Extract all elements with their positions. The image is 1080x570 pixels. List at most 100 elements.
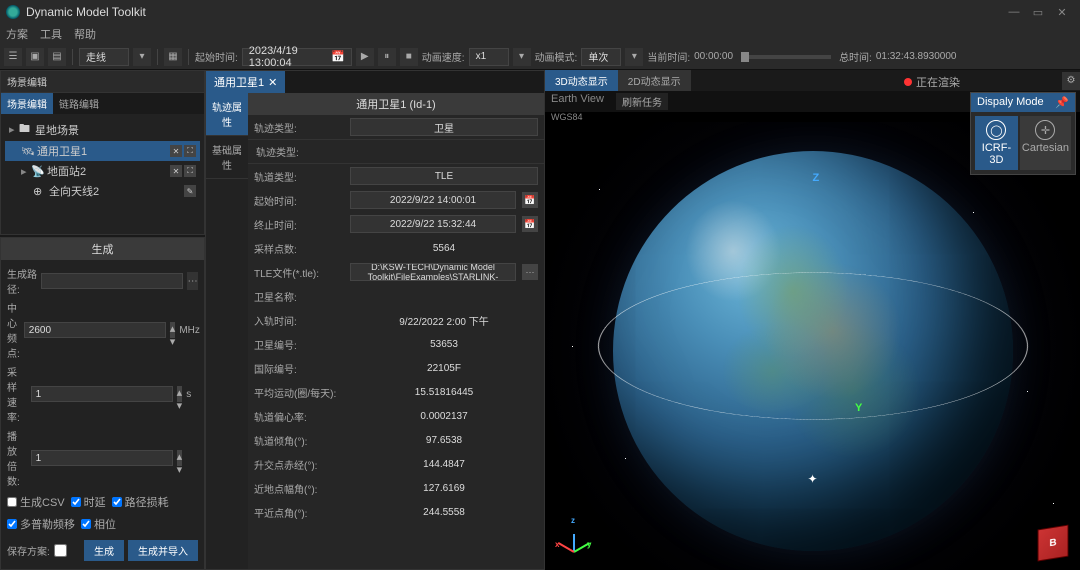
axis-y-label: Y xyxy=(855,402,862,414)
edit-icon[interactable]: ✎ xyxy=(184,185,196,197)
side-tab-orbit[interactable]: 轨迹属性 xyxy=(206,93,248,136)
tree-satellite[interactable]: 🛰通用卫星1✕⛶ xyxy=(5,141,200,161)
stop-button[interactable]: ■ xyxy=(400,48,418,66)
start-time-label: 起始时间: xyxy=(195,49,238,64)
app-title: Dynamic Model Toolkit xyxy=(26,5,1002,19)
anim-mode-menu-button[interactable]: ▾ xyxy=(625,48,643,66)
props-header: 通用卫星1 (Id-1) xyxy=(248,93,544,115)
close-icon[interactable]: ✕ xyxy=(268,76,277,89)
motion-value: 15.51816445 xyxy=(350,383,538,401)
minimize-button[interactable]: — xyxy=(1002,6,1026,18)
menu-scheme[interactable]: 方案 xyxy=(6,26,28,42)
menu-help[interactable]: 帮助 xyxy=(74,26,96,42)
path-input[interactable] xyxy=(41,273,183,289)
titlebar: Dynamic Model Toolkit — ▭ ✕ xyxy=(0,0,1080,24)
tree-station[interactable]: ▸📡地面站2✕⛶ xyxy=(5,161,200,181)
pause-button[interactable]: ⏸ xyxy=(378,48,396,66)
satellite-marker: ✦ xyxy=(808,472,818,482)
close-button[interactable]: ✕ xyxy=(1050,6,1074,19)
settings-icon[interactable]: ⚙ xyxy=(1062,72,1080,90)
mult-label: 播放倍数: xyxy=(7,428,27,488)
viewport-3d[interactable]: ✦ Z Y X z y x B xyxy=(545,122,1080,570)
tab-link-edit[interactable]: 链路编辑 xyxy=(53,93,105,114)
satnum-value: 53653 xyxy=(350,335,538,353)
browse-button[interactable]: ⋯ xyxy=(187,272,198,290)
app-logo-icon xyxy=(6,5,20,19)
check-doppler[interactable]: 路径损耗 xyxy=(112,494,169,510)
speed-menu-button[interactable]: ▾ xyxy=(513,48,531,66)
generate-button[interactable]: 生成 xyxy=(84,540,124,561)
calendar-icon[interactable]: 📅 xyxy=(522,216,538,232)
total-time-value: 01:32:43.8930000 xyxy=(876,51,957,62)
display-mode-panel: Dispaly Mode 📌 ◯ICRF-3D ✛Cartesian xyxy=(970,92,1076,175)
center-input[interactable] xyxy=(24,322,166,338)
toolbar: ☰ ▣ ▤ 走线 ▾ ▦ 起始时间: 2023/4/19 13:00:04📅 ▶… xyxy=(0,44,1080,70)
rate-spinner[interactable]: ▴▾ xyxy=(177,386,183,402)
browse-icon[interactable]: ⋯ xyxy=(522,264,538,280)
render-status: 正在渲染 xyxy=(904,74,960,90)
check-phase[interactable]: 相位 xyxy=(81,516,116,532)
earth-view-label: Earth View xyxy=(551,93,604,110)
edit-icon[interactable]: ⛶ xyxy=(184,145,196,157)
rate-input[interactable] xyxy=(31,386,173,402)
tab-2d-view[interactable]: 2D动态显示 xyxy=(618,70,691,91)
edit-icon[interactable]: ⛶ xyxy=(184,165,196,177)
play-button[interactable]: ▶ xyxy=(356,48,374,66)
orbit-type-select[interactable]: TLE xyxy=(350,167,538,185)
tree-root[interactable]: ▸🖿星地场景 xyxy=(5,118,200,141)
mode-icrf-button[interactable]: ◯ICRF-3D xyxy=(975,116,1018,170)
timeline-slider[interactable] xyxy=(741,55,831,59)
end-time-input[interactable]: 2022/9/22 15:32:44 xyxy=(350,215,516,233)
epoch-value: 9/22/2022 2:00 下午 xyxy=(350,311,538,329)
props-tab[interactable]: 通用卫星1✕ xyxy=(206,71,285,93)
generate-import-button[interactable]: 生成并导入 xyxy=(128,540,198,561)
delete-icon[interactable]: ✕ xyxy=(170,145,182,157)
satellite-icon: 🛰 xyxy=(21,145,33,158)
mode-select[interactable]: 走线 xyxy=(79,48,129,66)
mode-cartesian-button[interactable]: ✛Cartesian xyxy=(1020,116,1071,170)
station-icon: 📡 xyxy=(31,165,43,178)
maximize-button[interactable]: ▭ xyxy=(1026,6,1050,19)
folder-icon: 🖿 xyxy=(19,120,31,139)
new-button[interactable]: ☰ xyxy=(4,48,22,66)
delete-icon[interactable]: ✕ xyxy=(170,165,182,177)
anim-mode-label: 动画模式: xyxy=(535,49,578,64)
speed-label: 动画速度: xyxy=(422,49,465,64)
current-time-label: 当前时间: xyxy=(647,49,690,64)
open-button[interactable]: ▣ xyxy=(26,48,44,66)
axis-gizmo[interactable]: z y x xyxy=(553,522,593,562)
tree-antenna[interactable]: ⊕全向天线2✎ xyxy=(5,181,200,201)
menu-tools[interactable]: 工具 xyxy=(40,26,62,42)
speed-select[interactable]: x1 xyxy=(469,48,509,66)
path-label: 生成路径: xyxy=(7,266,37,296)
display-mode-title: Dispaly Mode xyxy=(977,96,1044,109)
tab-3d-view[interactable]: 3D动态显示 xyxy=(545,70,618,91)
anim-mode-select[interactable]: 单次 xyxy=(581,48,621,66)
antenna-icon: ⊕ xyxy=(33,185,45,198)
recording-icon xyxy=(904,78,912,86)
check-csv[interactable]: 生成CSV xyxy=(7,494,65,510)
save-scheme-check[interactable] xyxy=(54,544,67,557)
anomaly-value: 244.5558 xyxy=(350,503,538,521)
save-button[interactable]: ▤ xyxy=(48,48,66,66)
mode-menu-button[interactable]: ▾ xyxy=(133,48,151,66)
tle-path-input[interactable]: D:\KSW-TECH\Dynamic Model Toolkit\FileEx… xyxy=(350,263,516,281)
nav-cube[interactable]: B xyxy=(1038,525,1069,562)
mult-input[interactable] xyxy=(31,450,173,466)
start-time-field[interactable]: 2023/4/19 13:00:04📅 xyxy=(242,48,352,66)
mult-spinner[interactable]: ▴▾ xyxy=(177,450,183,466)
side-tab-basic[interactable]: 基础属性 xyxy=(206,136,248,179)
tab-scene-edit[interactable]: 场景编辑 xyxy=(1,93,53,114)
total-time-label: 总时间: xyxy=(839,49,872,64)
start-time-input[interactable]: 2022/9/22 14:00:01 xyxy=(350,191,516,209)
refresh-task-button[interactable]: 刷新任务 xyxy=(616,93,668,110)
check-multi[interactable]: 多普勒频移 xyxy=(7,516,75,532)
tool-button[interactable]: ▦ xyxy=(164,48,182,66)
track-type-select[interactable]: 卫星 xyxy=(350,118,538,136)
center-spinner[interactable]: ▴▾ xyxy=(170,322,176,338)
axis-z-label: Z xyxy=(813,172,820,184)
calendar-icon[interactable]: 📅 xyxy=(522,192,538,208)
check-time[interactable]: 时延 xyxy=(71,494,106,510)
raan-value: 144.4847 xyxy=(350,455,538,473)
pin-icon[interactable]: 📌 xyxy=(1055,96,1069,109)
